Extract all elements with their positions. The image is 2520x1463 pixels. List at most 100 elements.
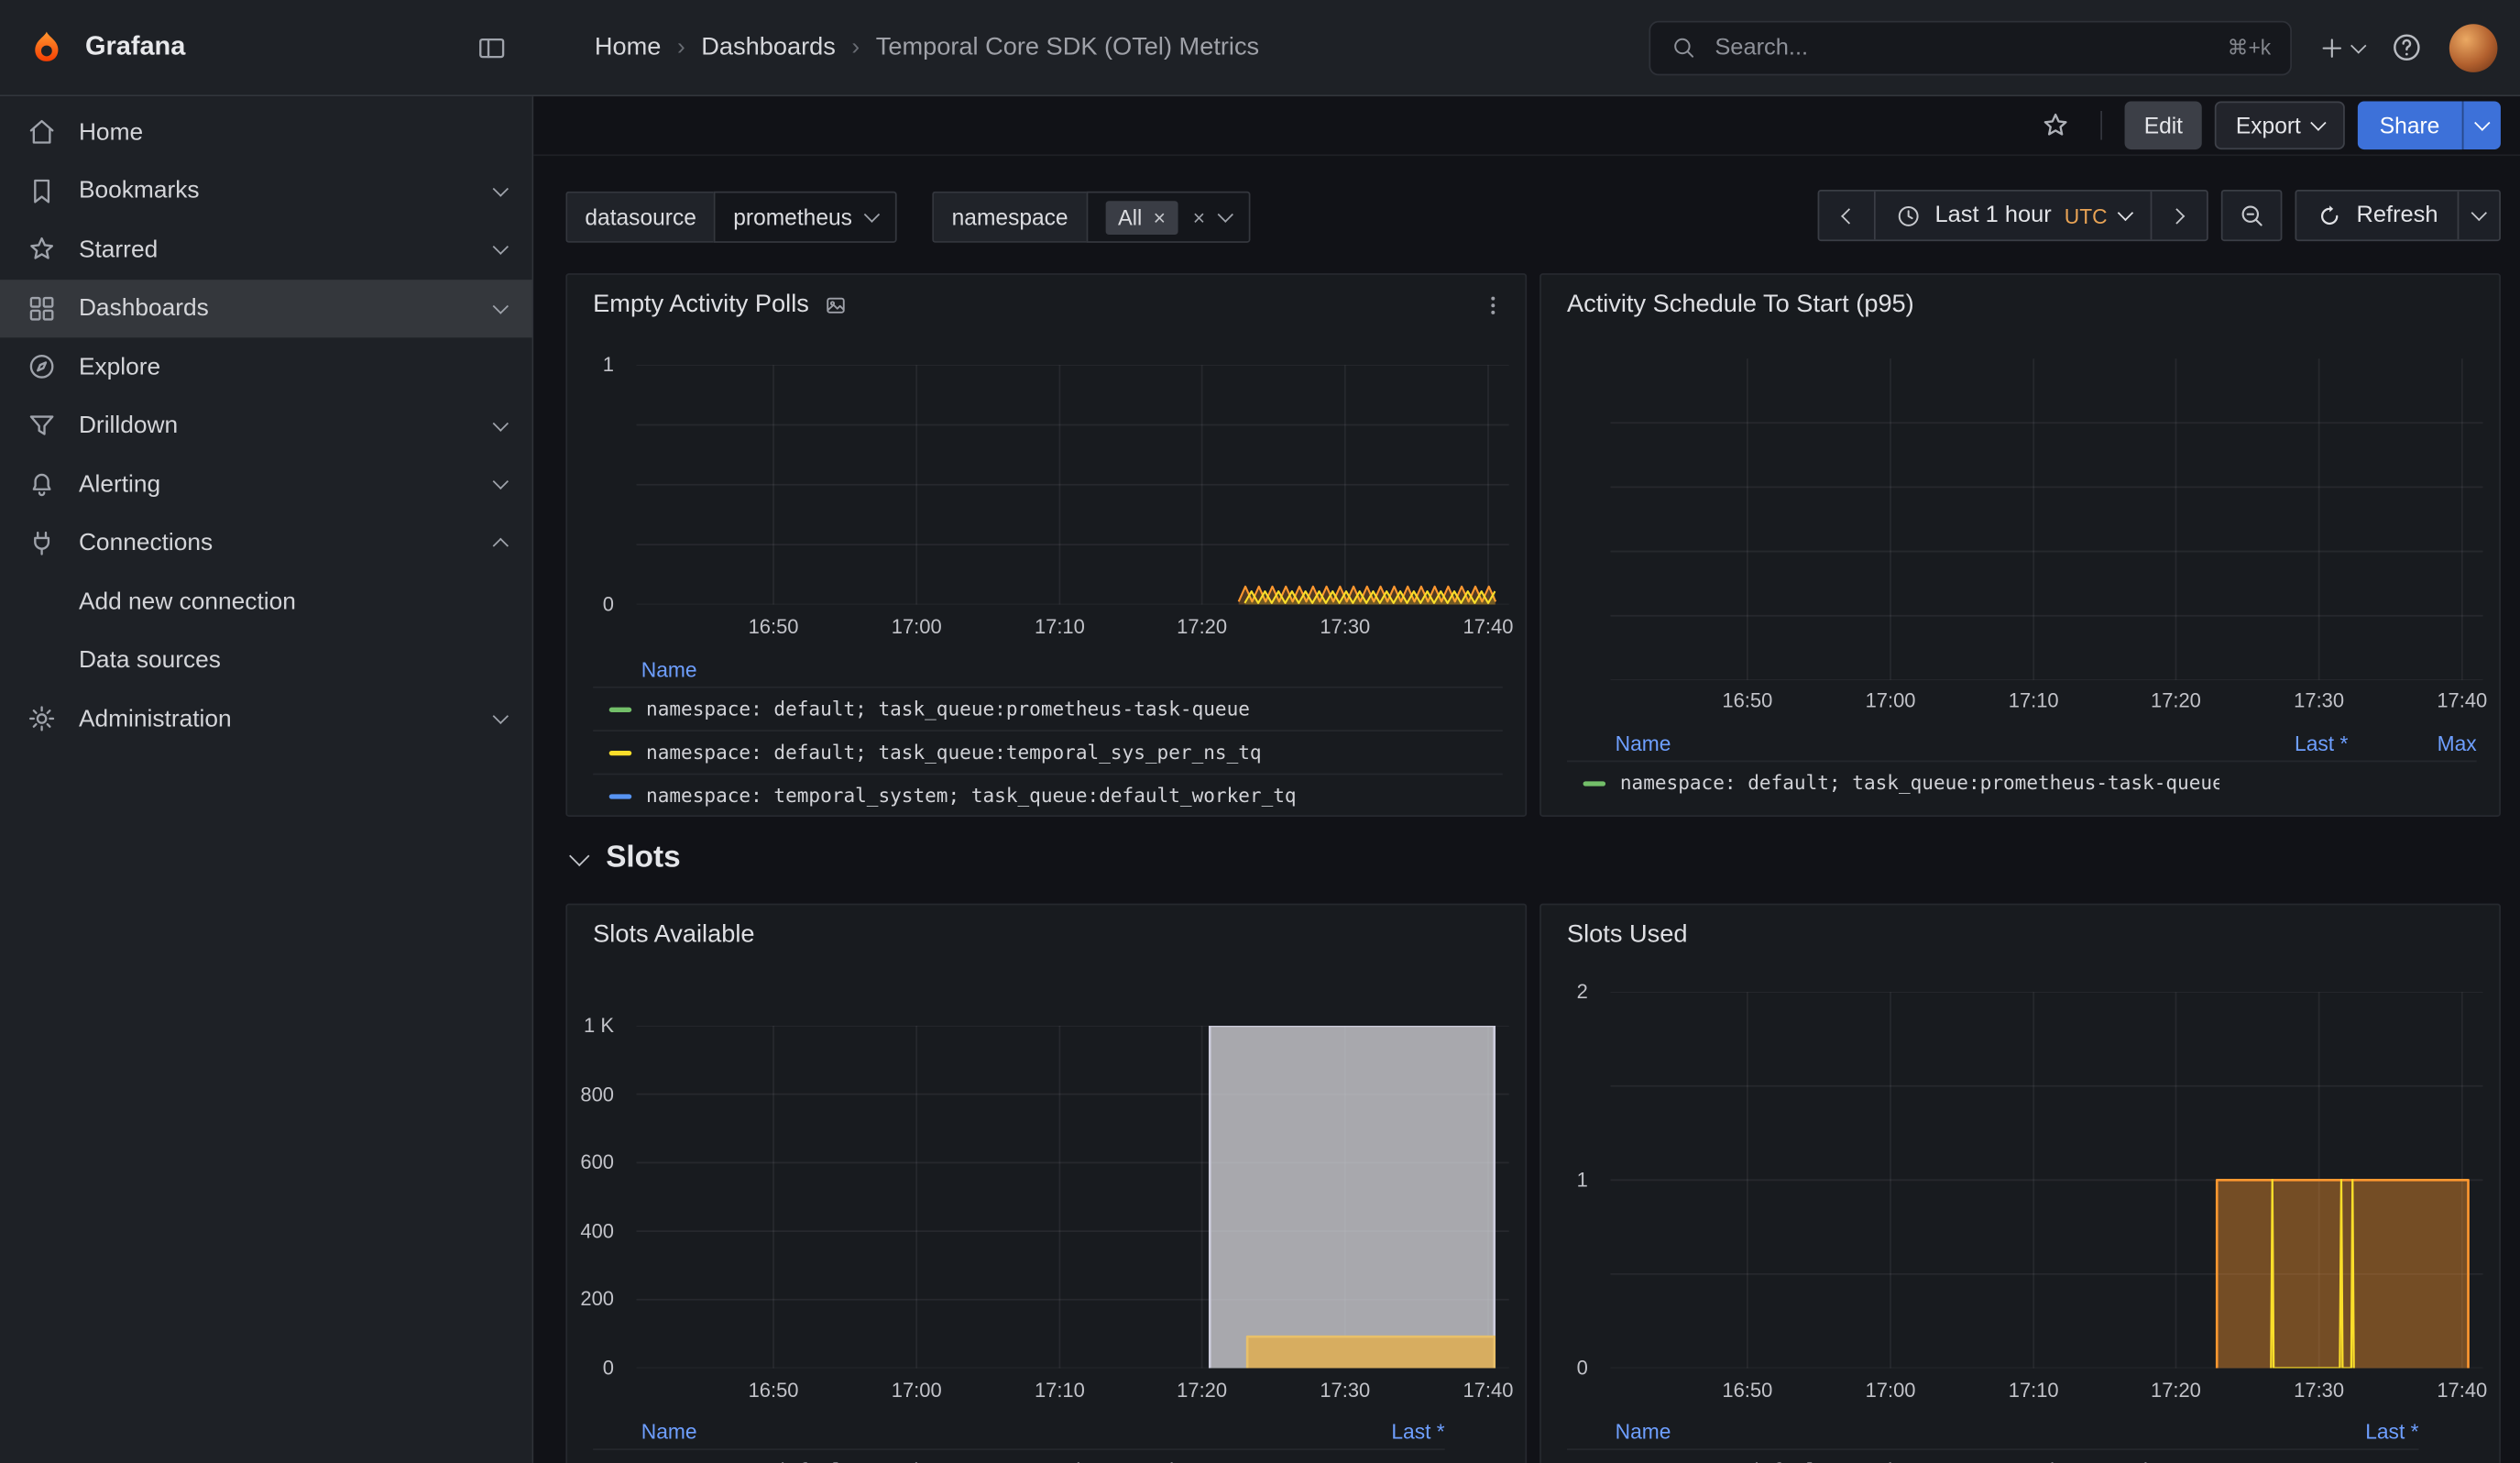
sidebar-item-administration[interactable]: Administration [0,689,532,748]
legend-last-header[interactable]: Last * [2290,1419,2418,1443]
datasource-variable-select[interactable]: prometheus [714,192,897,243]
legend-max-header[interactable]: Max [2386,731,2476,754]
help-button[interactable] [2390,30,2424,64]
y-tick-label: 800 [580,1083,614,1106]
share-button[interactable]: Share [2357,101,2462,149]
refresh-button[interactable]: Refresh [2297,192,2458,240]
y-tick-label: 0 [603,1357,614,1380]
zoom-out-button[interactable] [2221,190,2283,241]
time-range-button[interactable]: Last 1 hour UTC [1876,192,2151,240]
panel-legend: Name namespace: default; task_queue:prom… [593,651,1503,817]
panel-menu-kebab-icon[interactable] [1477,290,1509,322]
sidebar-item-explore[interactable]: Explore [0,337,532,396]
refresh-label: Refresh [2356,203,2438,228]
y-tick-label: 1 [603,354,614,377]
sidebar-toggle-icon[interactable] [476,31,508,63]
brand-title: Grafana [85,32,185,62]
refresh-interval-caret[interactable] [2458,192,2500,240]
template-variables-row: datasource prometheus namespace All × × [565,190,1250,245]
datasource-variable-value: prometheus [733,204,852,230]
clock-icon [1895,202,1923,229]
y-tick-label: 400 [580,1220,614,1243]
time-shift-forward-button[interactable] [2153,192,2208,240]
legend-name-header[interactable]: Name [641,656,1503,680]
breadcrumb-home[interactable]: Home [595,33,662,62]
chevron-down-icon [493,181,509,196]
legend-row[interactable]: namespace: default; task_queue:prometheu… [593,1448,1445,1463]
x-tick-label: 17:40 [2437,689,2487,712]
new-button[interactable] [2317,33,2364,62]
legend-row[interactable]: namespace: default; task_queue:prometheu… [593,687,1503,730]
chevron-up-icon [493,537,509,553]
legend-last-header[interactable]: Last * [1316,1419,1444,1443]
remove-value-icon[interactable]: × [1154,206,1166,227]
panel-image-icon[interactable] [824,292,849,318]
chevron-down-icon [493,298,509,314]
time-shift-back-button[interactable] [1819,192,1874,240]
namespace-variable: namespace All × × [933,192,1251,243]
chart-plot-area[interactable] [1610,358,2482,680]
legend-series-marker [609,750,632,754]
sidebar-item-alerting[interactable]: Alerting [0,455,532,513]
sidebar-item-connections[interactable]: Connections [0,513,532,572]
chart-plot-area[interactable] [637,365,1509,604]
legend-row[interactable]: namespace: default; task_queue:prometheu… [1567,761,2477,804]
favorite-star-button[interactable] [2033,103,2078,148]
panel-activity-schedule-to-start: Activity Schedule To Start (p95) 16:50 17… [1539,273,2501,817]
legend-name-header[interactable]: Name [641,1419,1317,1443]
x-tick-label: 17:00 [892,616,942,639]
legend-row[interactable]: namespace: default; task_queue:temporal_… [593,730,1503,773]
panel-title[interactable]: Slots Available [593,921,754,951]
panel-title[interactable]: Activity Schedule To Start (p95) [1567,291,1914,320]
x-axis-labels: 16:5017:0017:1017:2017:3017:40 [1610,1380,2482,1405]
panel-title[interactable]: Empty Activity Polls [593,291,809,320]
x-tick-label: 16:50 [1722,689,1772,712]
panel-empty-activity-polls: Empty Activity Polls 01 16:5017:0017:101… [565,273,1527,817]
y-axis-labels: 02004006008001 K [567,1026,625,1369]
sidebar-item-bookmarks[interactable]: Bookmarks [0,161,532,220]
sidebar-item-starred[interactable]: Starred [0,220,532,279]
sidebar-item-home[interactable]: Home [0,103,532,161]
legend-row[interactable]: namespace: temporal_system; task_queue:d… [593,774,1503,817]
y-tick-label: 600 [580,1151,614,1174]
chevron-down-icon [2118,205,2133,221]
panel-title[interactable]: Slots Used [1567,921,1687,951]
legend-row[interactable]: namespace: default; task_queue:prometheu… [1567,1448,2419,1463]
chart-plot-area[interactable] [637,1026,1509,1369]
share-options-caret[interactable] [2462,101,2501,149]
row-header-slots[interactable]: Slots [572,839,680,877]
breadcrumb-dashboards[interactable]: Dashboards [701,33,836,62]
edit-button[interactable]: Edit [2125,101,2202,149]
sidebar-item-dashboards[interactable]: Dashboards [0,279,532,337]
namespace-variable-select[interactable]: All × × [1086,192,1250,243]
legend-series-marker [609,707,632,711]
legend-series-marker [1583,780,1606,785]
chevron-down-icon [2350,37,2366,52]
bell-icon [26,468,58,500]
legend-name-header[interactable]: Name [1616,1419,2291,1443]
sidebar-nav: Home Bookmarks Starred Dashboards Explor… [0,96,533,1463]
export-button[interactable]: Export [2215,101,2344,149]
legend-series-marker [609,794,632,798]
grafana-app: Grafana Home › Dashboards › Temporal Cor… [0,0,2520,1463]
namespace-selected-pill[interactable]: All × [1105,200,1178,234]
search-shortcut-hint: ⌘+k [2228,35,2272,60]
search-input[interactable] [1712,33,2213,62]
gear-icon [26,703,58,735]
x-tick-label: 17:30 [1320,1380,1370,1402]
sidebar-item-add-new-connection[interactable]: Add new connection [0,572,532,631]
legend-name-header[interactable]: Name [1616,731,2219,754]
x-tick-label: 16:50 [1722,1380,1772,1402]
sidebar-item-data-sources[interactable]: Data sources [0,631,532,689]
star-icon [26,234,58,266]
search-box[interactable]: ⌘+k [1649,20,2292,75]
legend-last-header[interactable]: Last * [2219,731,2348,754]
clear-all-icon[interactable]: × [1193,206,1205,227]
sidebar-item-label: Bookmarks [79,177,200,204]
chart-plot-area[interactable] [1610,992,2482,1368]
y-tick-label: 0 [1577,1357,1588,1380]
sidebar-item-label: Data sources [79,646,221,674]
sidebar-item-drilldown[interactable]: Drilldown [0,396,532,455]
user-avatar[interactable] [2449,23,2498,72]
grafana-logo-icon[interactable] [26,27,68,69]
